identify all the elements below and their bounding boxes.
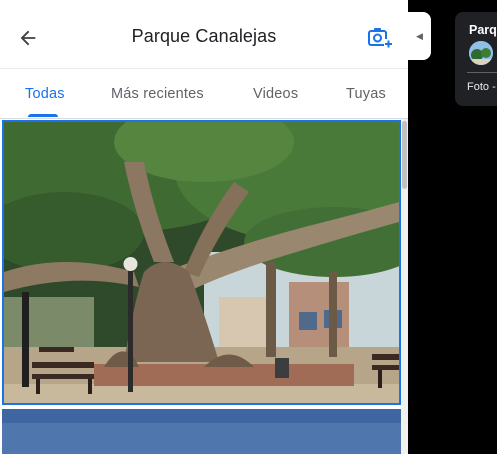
photo-thumbnail[interactable]	[2, 409, 401, 454]
back-button[interactable]	[14, 24, 42, 52]
tab-mas-recientes[interactable]: Más recientes	[111, 86, 204, 102]
add-photo-button[interactable]	[366, 24, 394, 52]
arrow-back-icon	[20, 30, 36, 46]
scrollbar-thumb[interactable]	[402, 121, 407, 189]
divider	[467, 72, 497, 73]
avatar	[469, 41, 493, 65]
photo-thumbnail[interactable]	[2, 120, 401, 405]
sky-photo	[2, 409, 401, 454]
gallery-header: Parque Canalejas	[0, 0, 408, 69]
tab-tuyas[interactable]: Tuyas	[346, 86, 386, 102]
tab-todas[interactable]: Todas	[25, 86, 65, 102]
avatar-image	[469, 41, 493, 65]
add-photo-camera-icon	[368, 28, 393, 48]
place-preview-subtitle: Foto -	[467, 81, 496, 93]
gallery-tabs: Todas Más recientes Videos Tuyas	[0, 68, 408, 119]
collapse-panel-button[interactable]: ◀	[408, 12, 431, 60]
photo-gallery-panel: Parque Canalejas Todas Más recientes Vid…	[0, 0, 408, 454]
photo-list	[0, 119, 408, 454]
place-preview-card[interactable]: Parqu Foto -	[455, 12, 497, 106]
active-tab-indicator	[28, 114, 58, 117]
collapse-left-icon: ◀	[416, 30, 423, 41]
tab-videos[interactable]: Videos	[253, 86, 298, 102]
ficus-tree-photo	[4, 122, 399, 403]
page-title: Parque Canalejas	[131, 26, 277, 46]
place-preview-title: Parqu	[469, 23, 497, 37]
scrollbar[interactable]	[401, 119, 408, 454]
